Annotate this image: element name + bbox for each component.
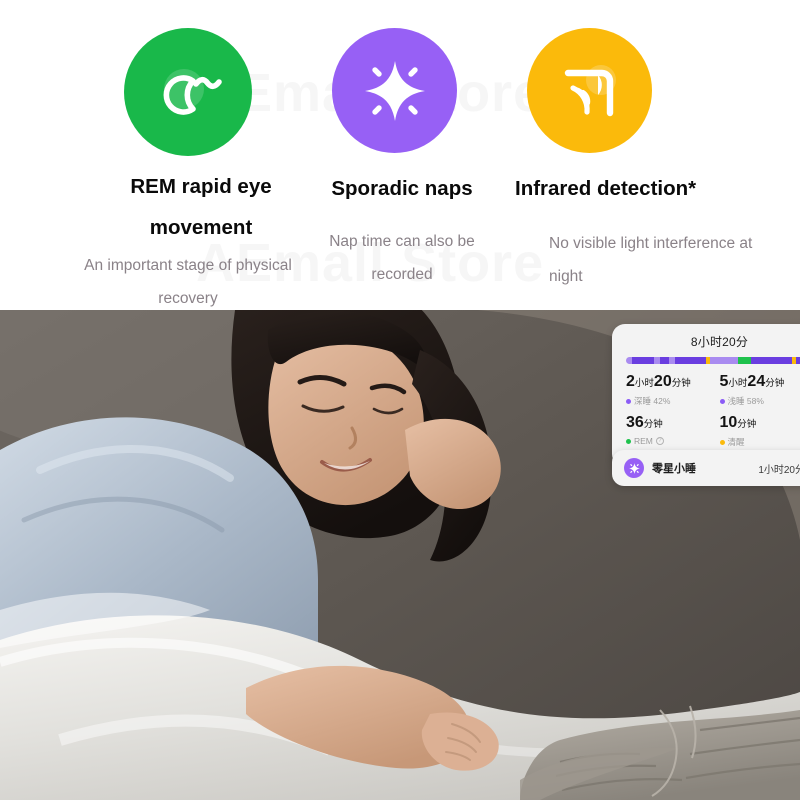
sleep-stat: 5小时24分钟浅睡 58% — [719, 373, 800, 407]
nap-card-label: 零星小睡 — [652, 463, 696, 475]
sleep-total-duration: 8小时20分 — [690, 335, 749, 349]
feature-title: Infrared detection* — [515, 177, 697, 200]
sleep-stage-segment-light — [710, 357, 739, 364]
legend-dot — [626, 398, 631, 404]
sleep-stage-segment-deep — [751, 357, 793, 364]
sleep-stat-label: 清醒 — [719, 436, 800, 448]
sleep-stat-value: 36分钟 — [626, 414, 663, 431]
sleep-stat: 36分钟 REM? — [626, 414, 720, 448]
sleep-stat-label: 浅睡 58% — [719, 395, 800, 407]
feature-subtitle: An important stage of physical recovery — [84, 257, 292, 307]
sleep-stats-grid: 2小时20分钟 深睡 42% 5小时24分钟 浅睡 58% 36分钟 REM? 10分钟 清醒 — [626, 373, 800, 455]
sleep-stat-value: 10分钟 — [719, 414, 757, 431]
sleep-stat: 10分钟清醒 — [719, 414, 800, 448]
feature-subtitle: Nap time can also be recorded — [329, 233, 475, 283]
legend-text: 深睡 42% — [634, 396, 671, 406]
sparkle-nap-icon — [332, 28, 457, 153]
features-panel: AEmall Store AEmall Store REM rapid eye … — [0, 0, 800, 310]
legend-dot — [719, 439, 725, 445]
sleep-stat-label: REM? — [626, 436, 720, 446]
sleep-stat: 2小时20分钟深睡 42% — [626, 373, 720, 407]
crescent-moon-sleep-icon — [124, 28, 252, 156]
feature-columns: REM rapid eye movement An important stag… — [0, 0, 800, 310]
feature-card-rem: REM rapid eye movement An important stag… — [0, 0, 292, 310]
sporadic-nap-card[interactable]: 零星小睡 1小时20分钟 — [612, 450, 800, 486]
legend-text: 清醒 — [727, 437, 745, 447]
sleep-stage-segment-deep — [659, 357, 669, 364]
sleep-stat-label: 深睡 42% — [626, 395, 720, 407]
sleep-stage-segment-deep — [796, 357, 800, 364]
sleep-stage-segment-deep — [674, 357, 707, 364]
feature-card-infrared: Infrared detection* No visible light int… — [505, 0, 800, 310]
legend-dot — [626, 438, 631, 444]
legend-dot — [719, 398, 725, 404]
feature-title: REM rapid eye movement — [130, 175, 272, 239]
nap-card-duration: 1小时20分钟 — [758, 464, 800, 476]
sleep-stat-value: 2小时20分钟 — [626, 373, 691, 390]
feature-subtitle: No visible light interference at night — [549, 235, 753, 285]
sleep-summary-card[interactable]: 8小时20分 2小时20分钟 深睡 42% 5小时24分钟 浅睡 58% 36分钟 REM… — [612, 324, 800, 467]
sparkle-nap-icon — [624, 458, 644, 478]
infrared-sensor-icon — [527, 28, 652, 153]
legend-text: 浅睡 58% — [727, 396, 764, 406]
sleep-stage-bar — [626, 357, 800, 364]
info-icon[interactable]: ? — [655, 437, 664, 445]
feature-title: Sporadic naps — [331, 177, 473, 200]
feature-card-naps: Sporadic naps Nap time can also be recor… — [290, 0, 505, 310]
sleep-stat-value: 5小时24分钟 — [719, 373, 785, 390]
legend-text: REM — [634, 436, 653, 446]
sleep-stage-segment-deep — [631, 357, 655, 364]
sleep-stage-segment-rem — [738, 357, 752, 364]
